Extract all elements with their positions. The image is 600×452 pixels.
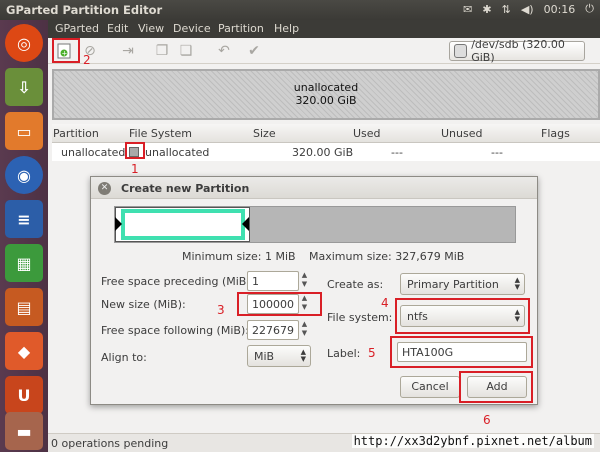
left-handle-icon[interactable] <box>115 217 122 231</box>
software-center-icon[interactable]: ◆ <box>5 332 43 370</box>
undo-icon[interactable]: ↶ <box>214 41 234 61</box>
power-icon[interactable]: ⏻ <box>585 2 594 16</box>
col-partition[interactable]: Partition <box>53 127 99 140</box>
calc-icon[interactable]: ▦ <box>5 244 43 282</box>
free-preceding-label: Free space preceding (MiB): <box>101 275 255 288</box>
label-label: Label: <box>327 347 361 360</box>
col-unused[interactable]: Unused <box>441 127 482 140</box>
cell-filesystem: unallocated <box>145 146 210 159</box>
min-size-text: Minimum size: 1 MiB <box>182 250 296 263</box>
annotation-box-4 <box>395 298 530 334</box>
free-following-spinner[interactable]: ▲ ▼ <box>299 320 310 340</box>
right-handle-icon[interactable] <box>242 217 249 231</box>
updown-icon: ▲ ▼ <box>300 348 306 363</box>
cell-size: 320.00 GiB <box>292 146 354 159</box>
dialog-title: Create new Partition <box>121 182 250 195</box>
menu-help[interactable]: Help <box>274 22 299 35</box>
free-preceding-spinner[interactable]: ▲ ▼ <box>299 271 310 291</box>
resize-move-icon[interactable]: ⇥ <box>118 41 138 61</box>
bluetooth-icon[interactable]: ✱ <box>482 3 491 16</box>
menu-view[interactable]: View <box>138 22 164 35</box>
annotation-number-4: 4 <box>381 296 389 310</box>
device-label: /dev/sdb (320.00 GiB) <box>471 38 565 64</box>
apply-icon[interactable]: ✔ <box>244 41 264 61</box>
dash-home-icon[interactable]: ◎ <box>5 24 43 62</box>
create-as-label: Create as: <box>327 278 384 291</box>
gparted-icon[interactable]: ▬ <box>5 412 43 450</box>
annotation-number-6: 6 <box>483 413 491 427</box>
partition-table-header: Partition File System Size Used Unused F… <box>52 124 600 143</box>
col-filesystem[interactable]: File System <box>129 127 192 140</box>
menu-bar: GParted Edit View Device Partition Help <box>48 20 600 38</box>
free-preceding-field[interactable]: 1 <box>247 271 299 291</box>
system-tray: ✉ ✱ ⇅ ◀) 00:16 ⏻ <box>463 2 594 16</box>
ubuntu-one-icon[interactable]: U <box>5 376 43 414</box>
cell-partition: unallocated <box>61 146 126 159</box>
watermark-url: http://xx3d2ybnf.pixnet.net/album <box>351 434 594 448</box>
impress-icon[interactable]: ▤ <box>5 288 43 326</box>
col-size[interactable]: Size <box>253 127 276 140</box>
col-flags[interactable]: Flags <box>541 127 570 140</box>
free-following-label: Free space following (MiB): <box>101 324 249 337</box>
max-size-text: Maximum size: 327,679 MiB <box>309 250 465 263</box>
copy-icon[interactable]: ❐ <box>152 41 172 61</box>
annotation-number-5: 5 <box>368 346 376 360</box>
annotation-number-3: 3 <box>217 303 225 317</box>
annotation-number-1: 1 <box>131 162 139 176</box>
updown-icon: ▲ ▼ <box>514 276 520 291</box>
menu-device[interactable]: Device <box>173 22 211 35</box>
menu-edit[interactable]: Edit <box>107 22 128 35</box>
annotation-box-1 <box>125 142 145 159</box>
create-as-value: Primary Partition <box>407 278 499 291</box>
window-title: GParted Partition Editor <box>6 3 163 17</box>
paste-icon[interactable]: ❏ <box>176 41 196 61</box>
new-size-label: New size (MiB): <box>101 298 186 311</box>
close-icon[interactable]: ✕ <box>98 182 111 195</box>
install-icon[interactable]: ⇩ <box>5 68 43 106</box>
filesystem-label: File system: <box>327 311 393 324</box>
menu-partition[interactable]: Partition <box>218 22 264 35</box>
free-following-field[interactable]: 227679 <box>247 320 299 340</box>
partition-resizer[interactable] <box>114 206 516 243</box>
volume-icon[interactable]: ◀) <box>521 3 534 16</box>
mail-icon[interactable]: ✉ <box>463 3 472 16</box>
annotation-box-5 <box>390 336 533 368</box>
device-selector[interactable]: /dev/sdb (320.00 GiB) <box>449 38 585 64</box>
writer-icon[interactable]: ≡ <box>5 200 43 238</box>
files-icon[interactable]: ▭ <box>5 112 43 150</box>
annotation-box-2 <box>52 38 80 63</box>
top-panel: GParted Partition Editor ✉ ✱ ⇅ ◀) 00:16 … <box>0 0 600 20</box>
cancel-button[interactable]: Cancel <box>400 376 460 398</box>
align-label: Align to: <box>101 351 147 364</box>
graph-label-size: 320.00 GiB <box>295 94 357 107</box>
annotation-number-2: 2 <box>83 53 91 67</box>
clock[interactable]: 00:16 <box>544 3 576 16</box>
menu-gparted[interactable]: GParted <box>55 22 99 35</box>
dialog-titlebar: ✕ Create new Partition <box>91 177 537 199</box>
graph-label-unallocated: unallocated <box>293 81 359 94</box>
launcher: ◎ ⇩ ▭ ◉ ≡ ▦ ▤ ◆ U ▬ <box>0 20 48 452</box>
annotation-box-6 <box>459 371 533 403</box>
align-select[interactable]: MiB ▲ ▼ <box>247 345 311 367</box>
cell-unused: --- <box>491 146 503 159</box>
status-text: 0 operations pending <box>51 437 169 450</box>
create-as-select[interactable]: Primary Partition ▲ ▼ <box>400 273 525 295</box>
network-icon[interactable]: ⇅ <box>502 3 511 16</box>
resizer-new-partition[interactable] <box>121 209 245 240</box>
align-value: MiB <box>254 350 275 363</box>
firefox-icon[interactable]: ◉ <box>5 156 43 194</box>
cell-used: --- <box>391 146 403 159</box>
annotation-box-3 <box>237 292 322 316</box>
col-used[interactable]: Used <box>353 127 381 140</box>
harddisk-icon <box>454 44 468 58</box>
disk-graph[interactable]: unallocated 320.00 GiB <box>52 69 600 120</box>
